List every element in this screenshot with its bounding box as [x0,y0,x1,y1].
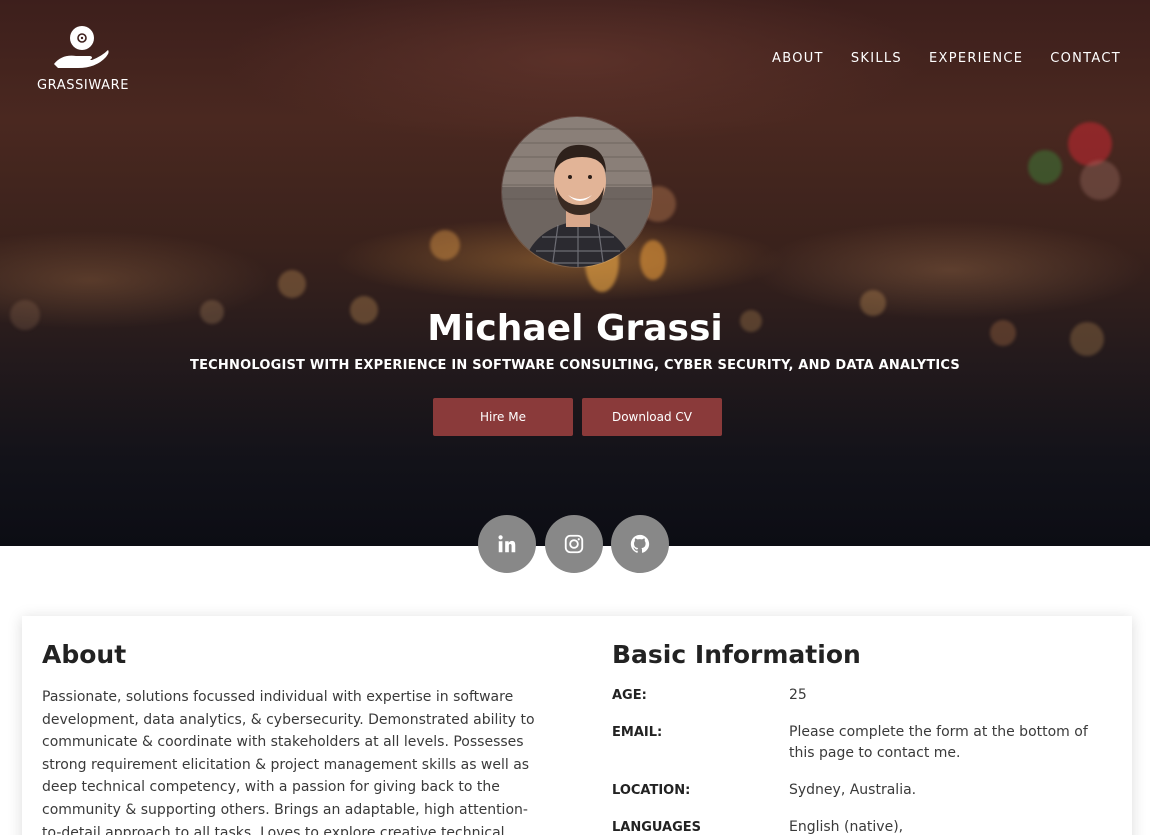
hire-me-button[interactable]: Hire Me [433,398,573,436]
languages-value: English (native), [789,819,904,835]
profile-avatar [501,116,653,268]
main-nav: ABOUT SKILLS EXPERIENCE CONTACT [772,51,1121,66]
email-value: Please complete the form at the bottom o… [789,724,1088,761]
instagram-icon [564,534,584,554]
basic-info-heading: Basic Information [612,640,861,669]
about-card: About Passionate, solutions focussed ind… [22,616,1132,835]
linkedin-button[interactable] [478,515,536,573]
location-label: LOCATION: [612,783,691,798]
age-value: 25 [789,687,807,703]
github-button[interactable] [611,515,669,573]
hand-holding-disc-icon [54,26,109,68]
instagram-button[interactable] [545,515,603,573]
nav-contact[interactable]: CONTACT [1050,51,1121,66]
bokeh-light [430,230,460,260]
nav-about[interactable]: ABOUT [772,51,824,66]
about-heading: About [42,640,127,669]
bokeh-light [278,270,306,298]
bokeh-light [640,240,666,280]
brand-name: GRASSIWARE [36,78,130,93]
age-label: AGE: [612,688,647,703]
hero-tagline: TECHNOLOGIST WITH EXPERIENCE IN SOFTWARE… [190,358,960,373]
about-text: Passionate, solutions focussed individua… [42,689,535,835]
location-value: Sydney, Australia. [789,782,917,798]
github-icon [630,534,650,553]
bokeh-light [1068,122,1112,166]
profile-photo [502,117,652,267]
bokeh-light [1080,160,1120,200]
nav-skills[interactable]: SKILLS [851,51,902,66]
hero-name: Michael Grassi [427,308,723,349]
brand-logo[interactable]: GRASSIWARE [30,24,136,96]
nav-experience[interactable]: EXPERIENCE [929,51,1023,66]
email-label: EMAIL: [612,725,663,740]
bokeh-light [1028,150,1062,184]
languages-label: LANGUAGES [612,820,702,835]
linkedin-icon [498,535,516,553]
hero-section: GRASSIWARE ABOUT SKILLS EXPERIENCE CONTA… [0,0,1150,546]
download-cv-button[interactable]: Download CV [582,398,722,436]
